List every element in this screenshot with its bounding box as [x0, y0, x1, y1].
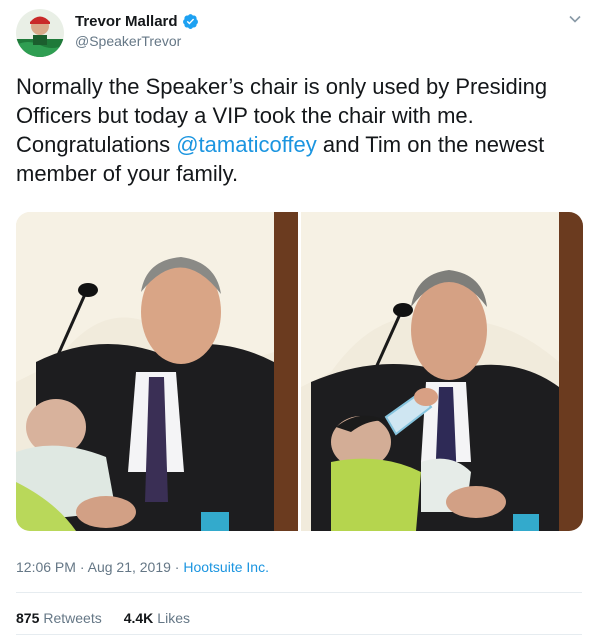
author-handle[interactable]: @SpeakerTrevor — [75, 33, 181, 49]
chevron-down-icon[interactable] — [568, 12, 582, 26]
retweets-label: Retweets — [43, 610, 102, 626]
likes-stat[interactable]: 4.4K Likes — [124, 610, 190, 626]
tweet-time[interactable]: 12:06 PM — [16, 559, 76, 575]
photo-grid — [16, 212, 583, 531]
likes-count: 4.4K — [123, 610, 154, 626]
verified-badge-icon — [182, 14, 198, 29]
meta-separator: · — [170, 559, 184, 575]
source-app-link[interactable]: Hootsuite Inc. — [183, 559, 269, 575]
divider — [16, 592, 582, 593]
likes-label: Likes — [157, 610, 190, 626]
retweets-count: 875 — [16, 610, 40, 626]
divider — [16, 634, 582, 635]
retweets-stat[interactable]: 875 Retweets — [16, 610, 102, 626]
avatar[interactable] — [16, 9, 64, 57]
tweet-date[interactable]: Aug 21, 2019 — [88, 559, 171, 575]
author-display-name[interactable]: Trevor Mallard — [75, 13, 178, 30]
tweet-meta: 12:06 PM · Aug 21, 2019 · Hootsuite Inc. — [16, 559, 269, 575]
photo-left[interactable] — [16, 212, 298, 531]
author-name-row[interactable]: Trevor Mallard — [75, 13, 199, 30]
tweet-text: Normally the Speaker’s chair is only use… — [16, 72, 582, 188]
tweet-stats: 875 Retweets 4.4K Likes — [16, 610, 190, 626]
tweet-header: Trevor Mallard @SpeakerTrevor — [16, 6, 582, 60]
photo-right[interactable] — [301, 212, 583, 531]
meta-separator: · — [75, 559, 88, 575]
mention-link[interactable]: @tamaticoffey — [176, 132, 317, 157]
